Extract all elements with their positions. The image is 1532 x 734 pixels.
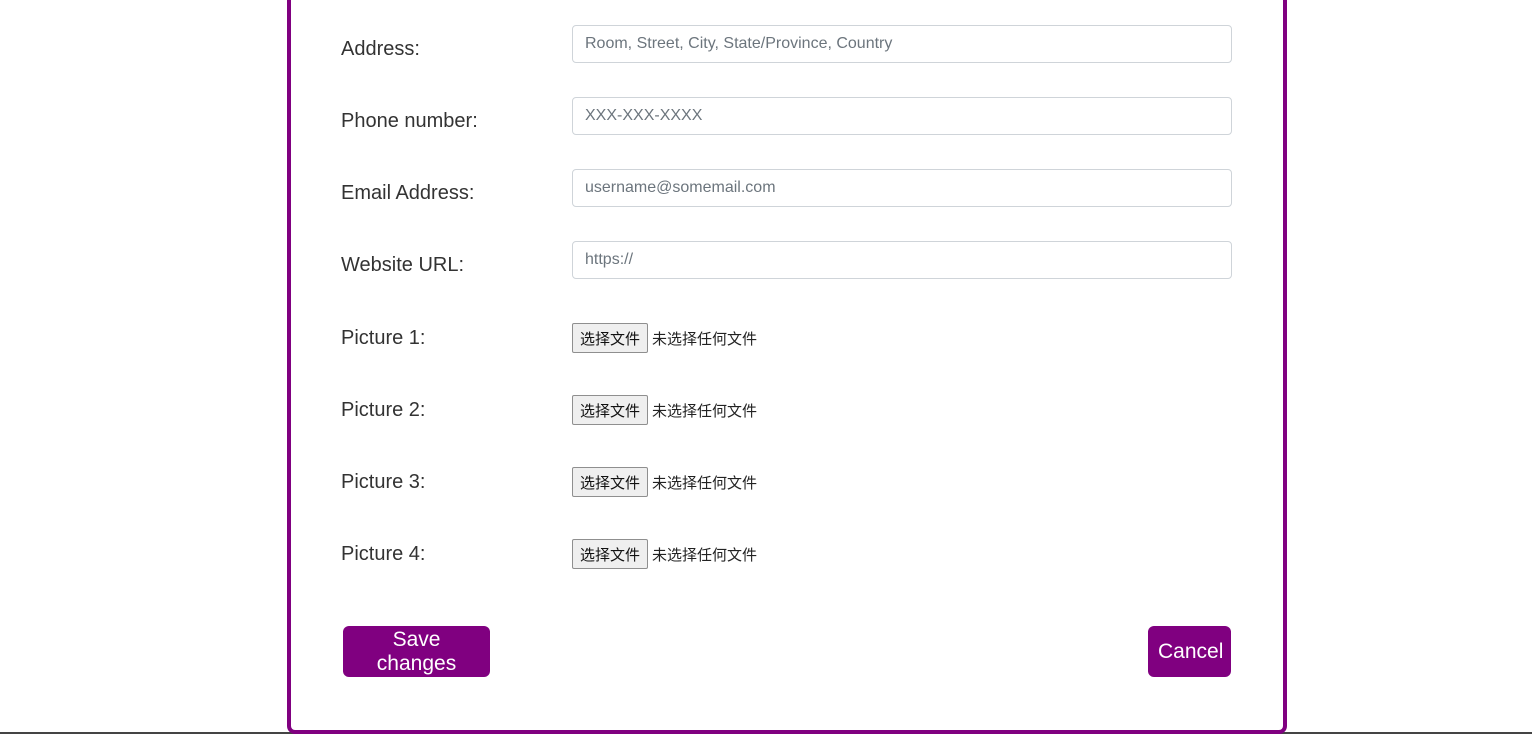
picture-4-choose-file-button[interactable]: 选择文件 [572, 539, 649, 569]
website-label: Website URL: [341, 254, 465, 276]
email-label: Email Address: [341, 182, 475, 204]
address-label: Address: [341, 38, 420, 60]
address-row: Address: [341, 25, 1232, 63]
picture-1-label: Picture 1: [341, 327, 426, 349]
picture-3-label: Picture 3: [341, 471, 426, 493]
address-input[interactable] [572, 25, 1232, 63]
picture-2-file-input: 选择文件 未选择任何文件 [572, 395, 757, 425]
email-input[interactable] [572, 169, 1232, 207]
picture-1-file-input: 选择文件 未选择任何文件 [572, 323, 757, 353]
cancel-button[interactable]: Cancel [1148, 626, 1231, 677]
picture-1-row: Picture 1: 选择文件 未选择任何文件 [341, 323, 1232, 361]
picture-2-file-status: 未选择任何文件 [652, 401, 758, 420]
phone-input[interactable] [572, 97, 1232, 135]
website-row: Website URL: [341, 241, 1232, 279]
picture-2-label: Picture 2: [341, 399, 426, 421]
picture-3-choose-file-button[interactable]: 选择文件 [572, 467, 649, 497]
picture-2-choose-file-button[interactable]: 选择文件 [572, 395, 649, 425]
picture-3-row: Picture 3: 选择文件 未选择任何文件 [341, 467, 1232, 505]
phone-row: Phone number: [341, 97, 1232, 135]
website-input[interactable] [572, 241, 1232, 279]
picture-4-row: Picture 4: 选择文件 未选择任何文件 [341, 539, 1232, 577]
picture-3-file-input: 选择文件 未选择任何文件 [572, 467, 757, 497]
phone-label: Phone number: [341, 110, 478, 132]
picture-1-file-status: 未选择任何文件 [652, 329, 758, 348]
picture-1-choose-file-button[interactable]: 选择文件 [572, 323, 649, 353]
picture-4-label: Picture 4: [341, 543, 426, 565]
save-changes-button[interactable]: Save changes [343, 626, 490, 677]
email-row: Email Address: [341, 169, 1232, 207]
picture-4-file-input: 选择文件 未选择任何文件 [572, 539, 757, 569]
picture-4-file-status: 未选择任何文件 [652, 545, 758, 564]
picture-2-row: Picture 2: 选择文件 未选择任何文件 [341, 395, 1232, 433]
picture-3-file-status: 未选择任何文件 [652, 473, 758, 492]
